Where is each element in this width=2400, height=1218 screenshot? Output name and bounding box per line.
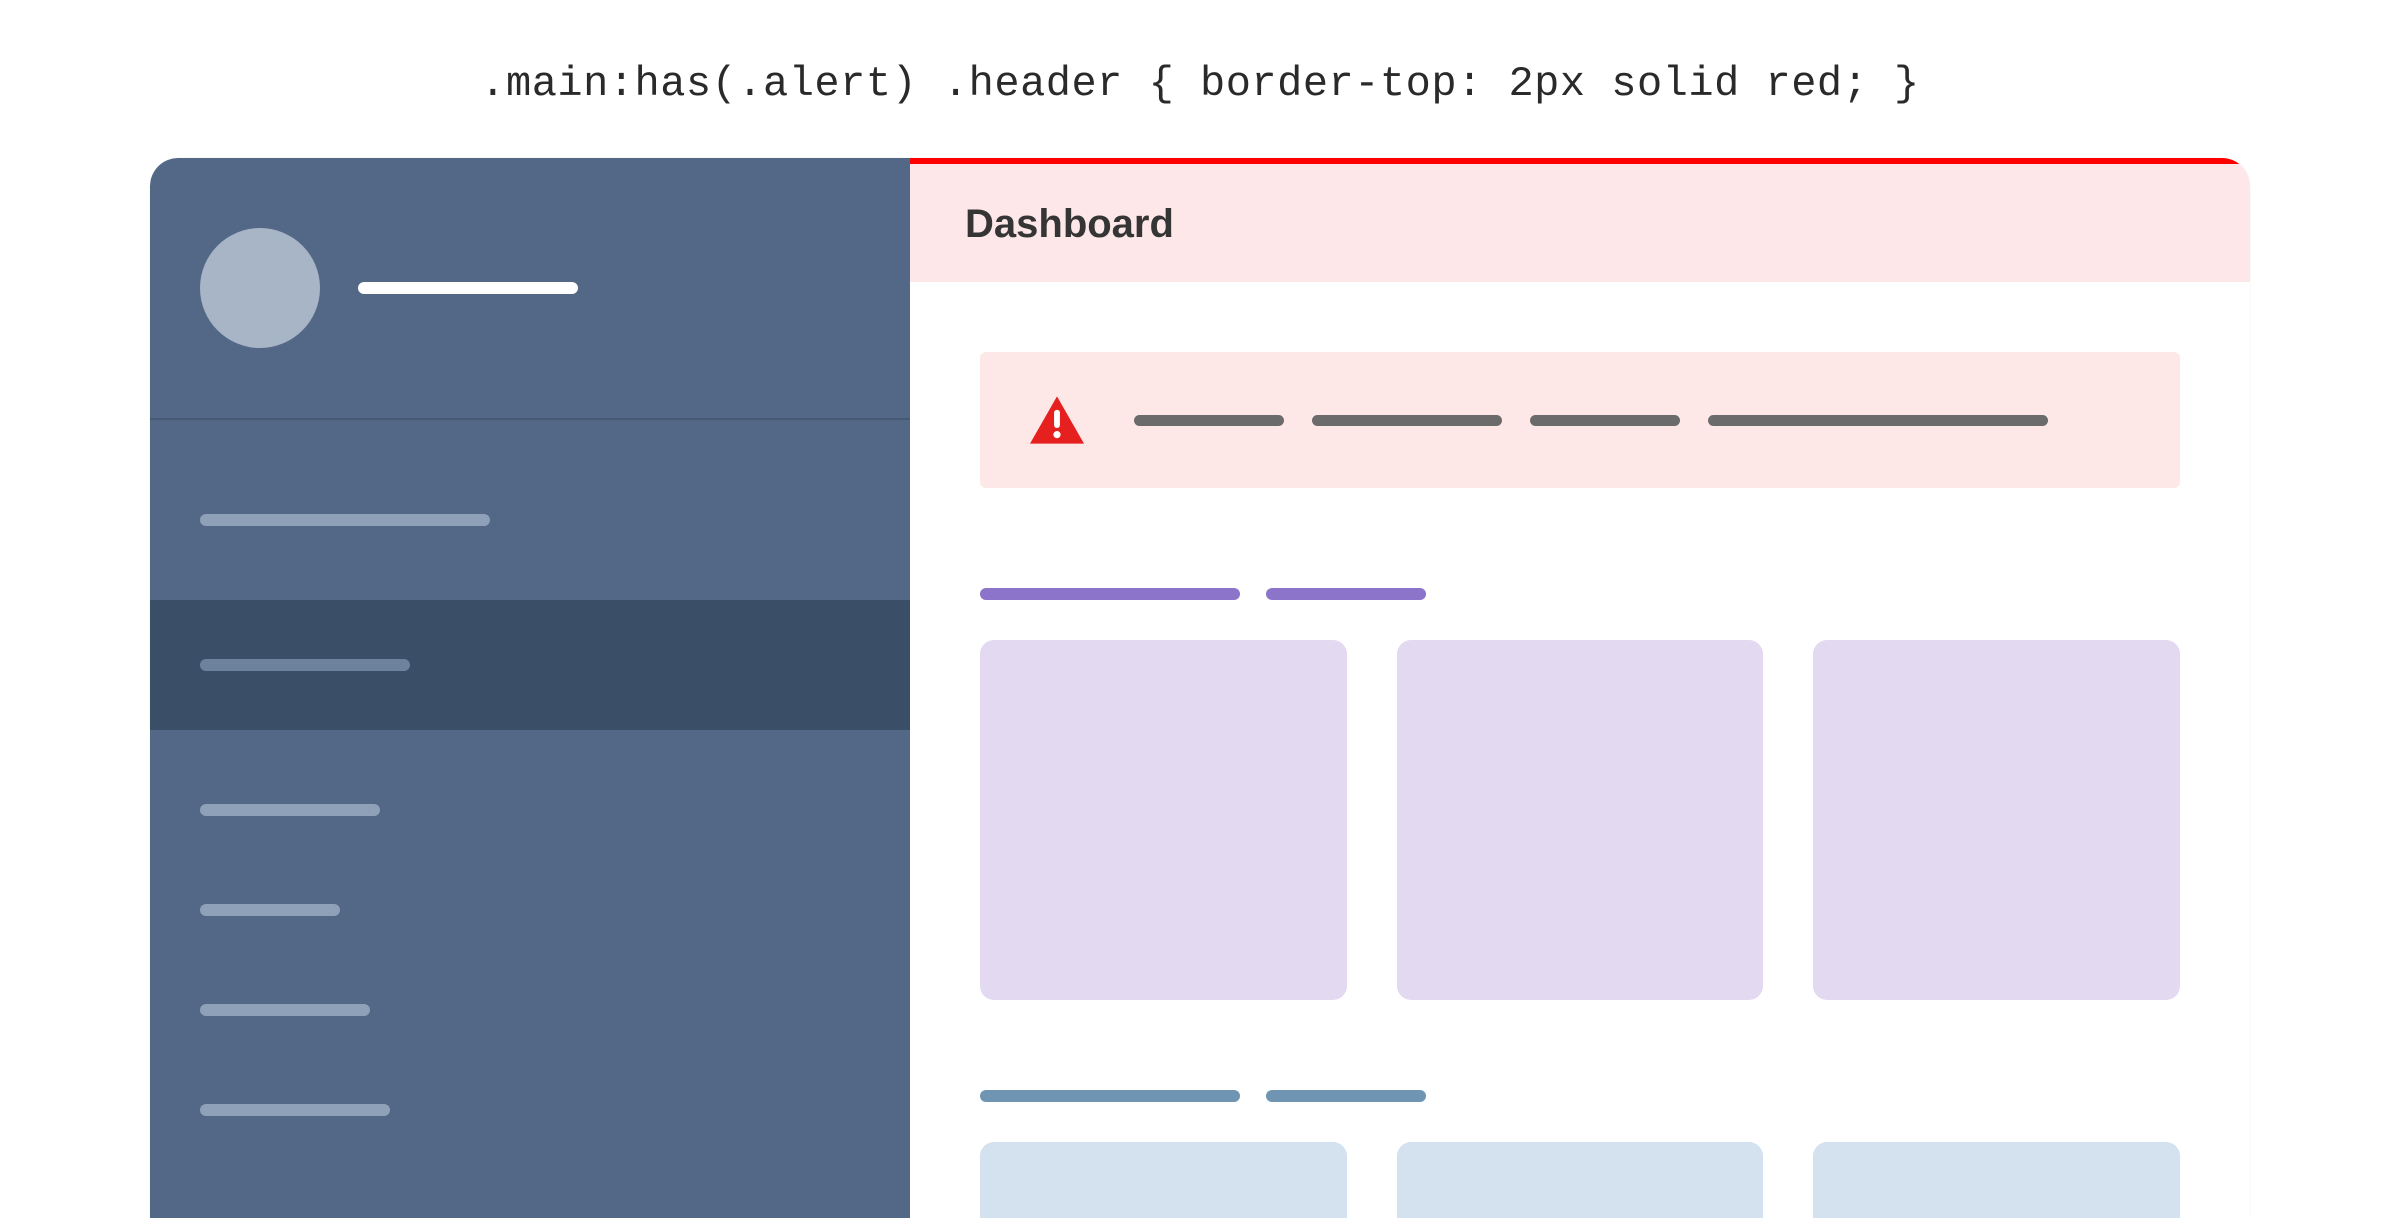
sidebar-item-label [200,514,490,526]
main: Dashboard [910,158,2250,1218]
heading-placeholder [980,1090,1240,1102]
sidebar-item-label [200,804,380,816]
profile-name-placeholder [358,282,578,294]
section-heading [980,588,2180,600]
app-window: Dashboard [150,158,2250,1218]
sidebar-nav [150,420,910,1160]
page-title: Dashboard [965,202,2195,247]
card[interactable] [1813,640,2180,1000]
sidebar-item[interactable] [150,1060,910,1160]
warning-icon [1030,396,1084,444]
heading-placeholder [1266,1090,1426,1102]
sidebar-item-label [200,1004,370,1016]
card-row [980,1142,2180,1218]
card[interactable] [980,1142,1347,1218]
heading-placeholder [980,588,1240,600]
alert [980,352,2180,488]
css-code-snippet: .main:has(.alert) .header { border-top: … [0,0,2400,158]
sidebar-item[interactable] [150,470,910,570]
alert-message-placeholder [1134,415,2048,426]
card[interactable] [1813,1142,2180,1218]
sidebar-item[interactable] [150,760,910,860]
sidebar [150,158,910,1218]
sidebar-item[interactable] [150,960,910,1060]
sidebar-item-active[interactable] [150,600,910,730]
sidebar-item-label [200,904,340,916]
card[interactable] [1397,1142,1764,1218]
section-heading [980,1090,2180,1102]
sidebar-profile [150,158,910,418]
card-row [980,640,2180,1000]
sidebar-item[interactable] [150,860,910,960]
sidebar-item-label [200,1104,390,1116]
heading-placeholder [1266,588,1426,600]
card[interactable] [1397,640,1764,1000]
header: Dashboard [910,158,2250,282]
sidebar-item-label [200,659,410,671]
content [910,282,2250,1218]
card[interactable] [980,640,1347,1000]
avatar [200,228,320,348]
